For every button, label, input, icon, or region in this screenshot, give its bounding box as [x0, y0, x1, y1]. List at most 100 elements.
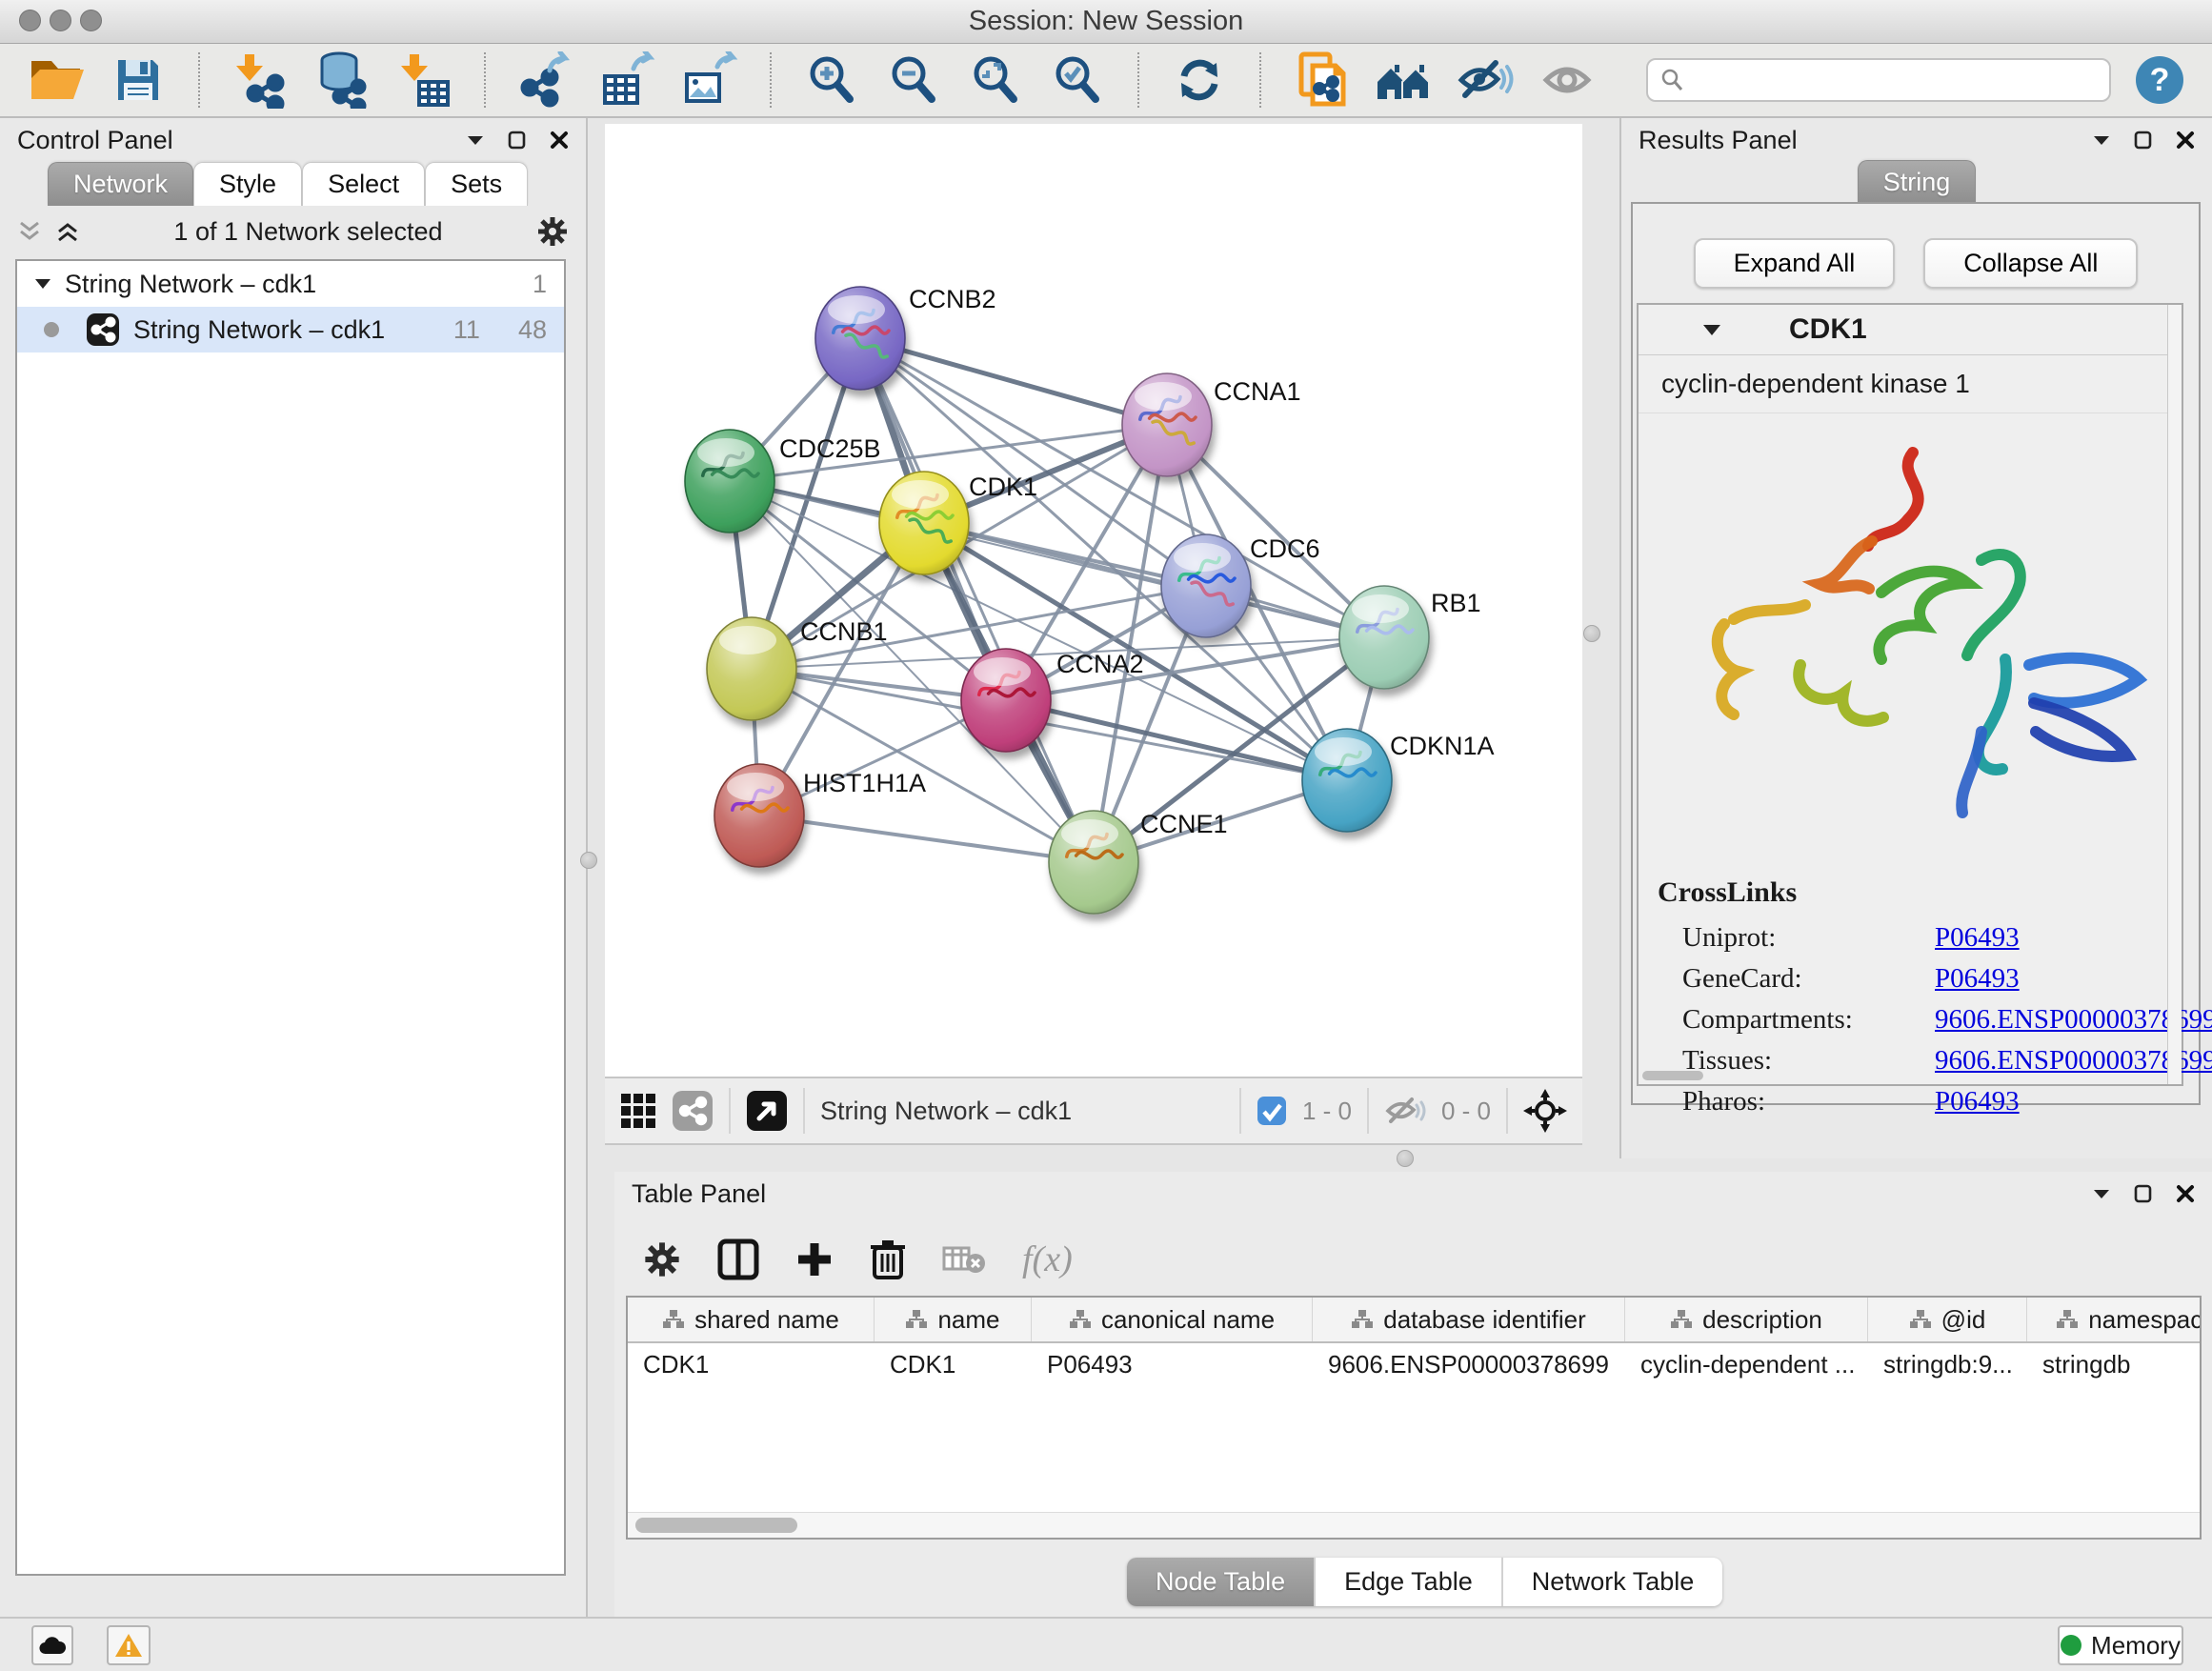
network-view[interactable]: CCNB2 CCNA1 CDC25B CDK1 CDC6 RB1 CCNB1 C… [605, 124, 1582, 1077]
import-network-button[interactable] [231, 50, 290, 110]
show-columns-icon[interactable] [717, 1238, 759, 1280]
network-collection-row[interactable]: String Network – cdk1 1 [17, 261, 564, 307]
scrollbar-thumb[interactable] [635, 1518, 797, 1533]
left-splitter-handle[interactable] [580, 852, 597, 869]
node-CCNA1[interactable] [1122, 373, 1212, 476]
protein-section-header[interactable]: CDK1 [1639, 305, 2182, 355]
node-CDC6[interactable] [1161, 534, 1251, 637]
crosslink-link[interactable]: P06493 [1935, 922, 2020, 954]
close-window-icon[interactable] [19, 10, 41, 31]
bottom-splitter-handle[interactable] [1397, 1150, 1414, 1167]
trash-icon[interactable] [870, 1238, 906, 1280]
right-splitter-handle[interactable] [1583, 625, 1600, 642]
node-CCNA2[interactable] [961, 649, 1051, 752]
zoom-in-button[interactable] [802, 50, 861, 110]
results-vertical-scrollbar[interactable] [2167, 305, 2182, 1084]
node-CCNB1[interactable] [707, 617, 796, 720]
refresh-layout-button[interactable] [1170, 50, 1229, 110]
tab-network-table[interactable]: Network Table [1503, 1558, 1723, 1606]
column-header-database-identifier[interactable]: database identifier [1313, 1298, 1625, 1341]
column-header--id[interactable]: @id [1868, 1298, 2027, 1341]
zoom-out-button[interactable] [884, 50, 943, 110]
column-header-label[interactable]: canonical name [1101, 1305, 1275, 1335]
edge-HIST1H1A-CCNE1[interactable] [759, 815, 1094, 862]
tab-style[interactable]: Style [193, 162, 302, 206]
close-panel-icon[interactable] [550, 131, 569, 150]
cloud-button[interactable] [31, 1625, 73, 1665]
node-CCNE1[interactable] [1049, 811, 1138, 914]
column-header-canonical-name[interactable]: canonical name [1032, 1298, 1313, 1341]
table-cell[interactable]: P06493 [1032, 1350, 1313, 1379]
clone-network-button[interactable] [1292, 50, 1351, 110]
node-RB1[interactable] [1339, 586, 1429, 689]
panel-menu-icon[interactable] [466, 133, 485, 147]
grid-view-icon[interactable] [620, 1093, 656, 1129]
network-row-selected[interactable]: String Network – cdk1 11 48 [17, 307, 564, 352]
export-image-button[interactable] [680, 50, 739, 110]
close-panel-icon[interactable] [2176, 1184, 2195, 1203]
column-header-label[interactable]: description [1702, 1305, 1822, 1335]
search-input[interactable] [1694, 65, 2098, 96]
zoom-fit-button[interactable] [966, 50, 1025, 110]
function-builder-icon[interactable]: f(x) [1022, 1238, 1073, 1280]
column-header-description[interactable]: description [1625, 1298, 1868, 1341]
results-horizontal-scrollbar[interactable] [1642, 1071, 1703, 1080]
table-row[interactable]: CDK1CDK1P064939606.ENSP00000378699cyclin… [628, 1343, 2200, 1385]
export-network-button[interactable] [516, 50, 575, 110]
add-column-icon[interactable] [795, 1240, 834, 1278]
float-panel-icon[interactable] [2134, 131, 2153, 150]
column-header-label[interactable]: name [937, 1305, 999, 1335]
column-header-namespace[interactable]: namespace [2027, 1298, 2202, 1341]
column-header-label[interactable]: @id [1941, 1305, 1986, 1335]
tab-edge-table[interactable]: Edge Table [1316, 1558, 1503, 1606]
close-panel-icon[interactable] [2176, 131, 2195, 150]
disclosure-triangle-icon[interactable] [34, 277, 51, 291]
column-header-shared-name[interactable]: shared name [628, 1298, 875, 1341]
table-cell[interactable]: cyclin-dependent ... [1625, 1350, 1868, 1379]
selected-checkbox-icon[interactable] [1257, 1096, 1287, 1126]
tab-network[interactable]: Network [48, 162, 193, 206]
gear-icon[interactable] [643, 1240, 681, 1278]
expand-all-icon[interactable] [55, 220, 80, 243]
crosslink-link[interactable]: P06493 [1935, 963, 2020, 995]
node-CDK1[interactable] [879, 472, 969, 574]
import-table-button[interactable] [394, 50, 453, 110]
column-header-label[interactable]: namespace [2088, 1305, 2202, 1335]
expand-all-button[interactable]: Expand All [1694, 238, 1896, 289]
delete-table-icon[interactable] [942, 1242, 986, 1277]
tab-node-table[interactable]: Node Table [1127, 1558, 1316, 1606]
node-CCNB2[interactable] [815, 287, 905, 390]
collapse-all-icon[interactable] [17, 220, 42, 243]
zoom-window-icon[interactable] [80, 10, 102, 31]
float-panel-icon[interactable] [508, 131, 527, 150]
collapse-all-button[interactable]: Collapse All [1923, 238, 2138, 289]
home-networks-button[interactable] [1374, 50, 1433, 110]
show-all-button[interactable] [1538, 50, 1597, 110]
minimize-window-icon[interactable] [50, 10, 71, 31]
warning-button[interactable] [107, 1625, 151, 1665]
search-box[interactable] [1646, 58, 2111, 102]
tab-string[interactable]: String [1858, 160, 1977, 204]
column-header-name[interactable]: name [875, 1298, 1032, 1341]
crosslink-link[interactable]: P06493 [1935, 1086, 2020, 1117]
table-cell[interactable]: CDK1 [628, 1350, 875, 1379]
float-panel-icon[interactable] [2134, 1184, 2153, 1203]
hide-selected-button[interactable] [1456, 50, 1515, 110]
panel-menu-icon[interactable] [2092, 1187, 2111, 1200]
table-cell[interactable]: stringdb:9... [1868, 1350, 2027, 1379]
table-cell[interactable]: CDK1 [875, 1350, 1032, 1379]
open-session-button[interactable] [27, 50, 86, 110]
column-header-label[interactable]: shared name [694, 1305, 839, 1335]
table-horizontal-scrollbar[interactable] [628, 1512, 2200, 1538]
memory-button[interactable]: Memory [2058, 1625, 2183, 1665]
save-session-button[interactable] [109, 50, 168, 110]
tab-select[interactable]: Select [302, 162, 425, 206]
column-header-label[interactable]: database identifier [1383, 1305, 1585, 1335]
gear-icon[interactable] [536, 215, 569, 248]
tab-sets[interactable]: Sets [425, 162, 528, 206]
edge-CCNA2-CDKN1A[interactable] [1006, 700, 1347, 780]
node-CDKN1A[interactable] [1302, 729, 1392, 832]
node-table[interactable]: shared name name canonical name database id… [626, 1296, 2202, 1540]
import-database-button[interactable] [312, 50, 372, 110]
node-CDC25B[interactable] [685, 430, 774, 533]
